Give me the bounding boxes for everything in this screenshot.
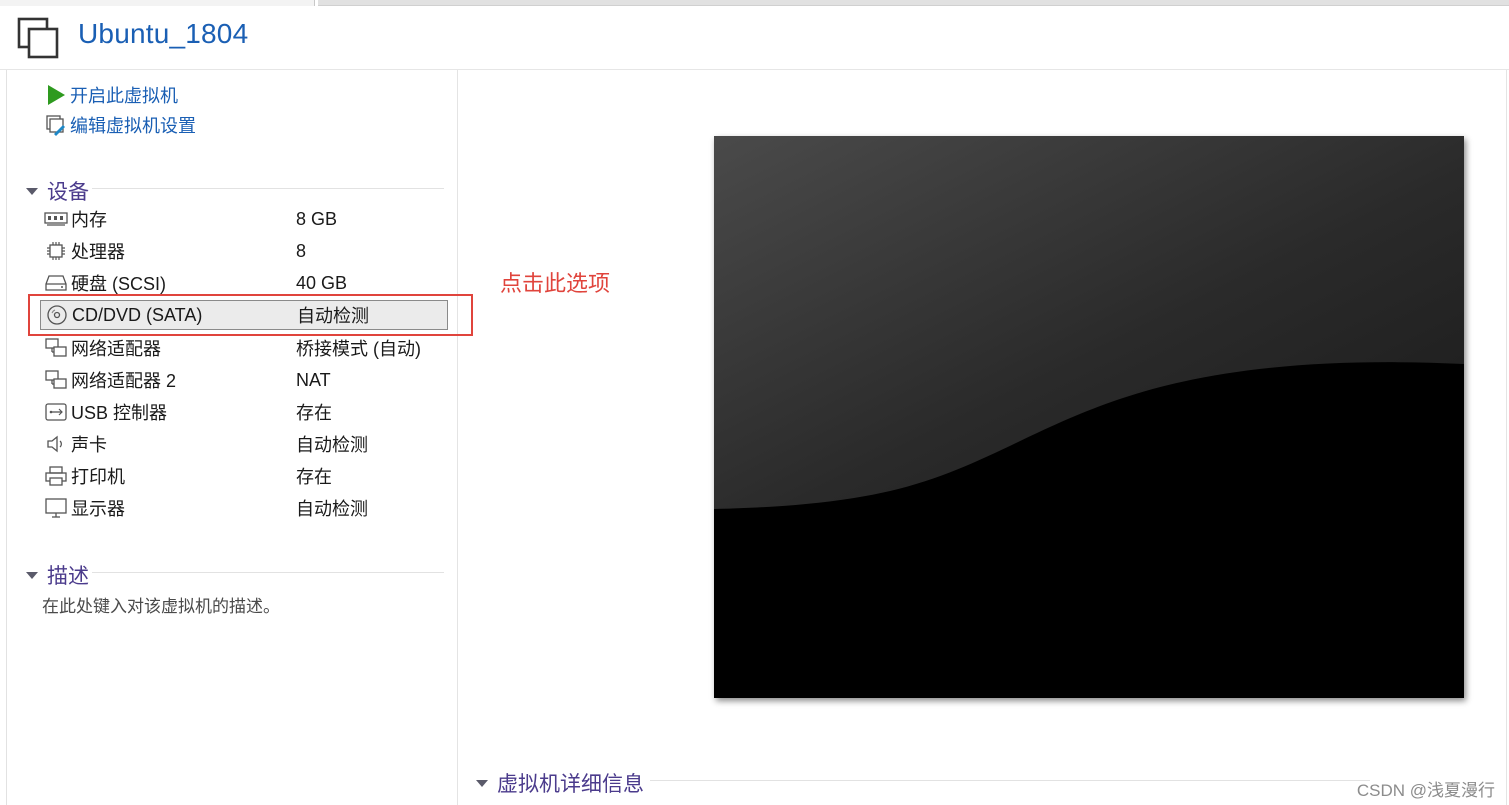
vm-icon	[16, 16, 62, 62]
panel-divider	[457, 70, 458, 805]
device-value: NAT	[296, 369, 331, 390]
device-row-network-adapter[interactable]: 网络适配器 桥接模式 (自动)	[40, 333, 448, 363]
vm-title: Ubuntu_1804	[78, 18, 249, 49]
device-name: 网络适配器 2	[71, 371, 177, 391]
edit-vm-settings-label: 编辑虚拟机设置	[70, 116, 196, 136]
section-divider	[650, 780, 1370, 781]
device-row-usb-controller[interactable]: USB 控制器 存在	[40, 397, 448, 427]
description-section-title: 描述	[47, 565, 89, 588]
device-name: 内存	[71, 210, 107, 230]
device-name: CD/DVD (SATA)	[72, 304, 203, 325]
description-placeholder[interactable]: 在此处键入对该虚拟机的描述。	[42, 592, 280, 617]
collapse-triangle-icon	[26, 187, 38, 195]
section-divider	[92, 188, 444, 189]
device-name: 打印机	[71, 467, 125, 487]
edit-settings-icon	[44, 113, 68, 137]
device-name: 显示器	[71, 499, 125, 519]
vm-header: Ubuntu_1804	[0, 6, 1509, 70]
device-name: 声卡	[71, 435, 107, 455]
device-value: 桥接模式 (自动)	[296, 339, 421, 359]
edit-vm-settings-link[interactable]: 编辑虚拟机设置	[44, 113, 196, 137]
hard-disk-icon	[43, 271, 69, 295]
speaker-icon	[43, 432, 69, 456]
description-section-toggle[interactable]: 描述	[26, 560, 89, 590]
details-section-toggle[interactable]: 虚拟机详细信息	[476, 768, 644, 798]
printer-icon	[43, 464, 69, 488]
device-name: 处理器	[71, 242, 125, 262]
device-row-cd-dvd[interactable]: CD/DVD (SATA) 自动检测	[40, 300, 448, 330]
device-value: 存在	[296, 403, 332, 423]
device-value: 存在	[296, 467, 332, 487]
device-row-memory[interactable]: 内存 8 GB	[40, 204, 448, 234]
memory-icon	[43, 207, 69, 231]
watermark: CSDN @浅夏漫行	[1356, 781, 1495, 800]
monitor-icon	[43, 496, 69, 520]
device-value: 自动检测	[297, 306, 369, 326]
device-name: USB 控制器	[71, 403, 168, 423]
power-on-vm-link[interactable]: 开启此虚拟机	[44, 83, 178, 107]
play-icon	[44, 83, 68, 107]
cpu-icon	[43, 239, 69, 263]
usb-icon	[43, 400, 69, 424]
network-adapter-icon	[43, 336, 69, 360]
section-divider	[92, 572, 444, 573]
device-value: 自动检测	[296, 499, 368, 519]
device-value: 8	[296, 240, 307, 261]
device-row-sound-card[interactable]: 声卡 自动检测	[40, 429, 448, 459]
device-name: 硬盘 (SCSI)	[71, 274, 167, 294]
device-row-display[interactable]: 显示器 自动检测	[40, 493, 448, 523]
device-row-network-adapter-2[interactable]: 网络适配器 2 NAT	[40, 365, 448, 395]
device-value: 8 GB	[296, 208, 338, 229]
device-row-processor[interactable]: 处理器 8	[40, 236, 448, 266]
left-border	[6, 70, 7, 805]
annotation-text: 点击此选项	[500, 271, 611, 296]
vm-preview-thumbnail[interactable]	[714, 136, 1464, 698]
devices-section-toggle[interactable]: 设备	[26, 176, 89, 206]
device-row-hard-disk[interactable]: 硬盘 (SCSI) 40 GB	[40, 268, 448, 298]
power-on-vm-label: 开启此虚拟机	[70, 86, 178, 106]
details-section-title: 虚拟机详细信息	[497, 773, 644, 796]
devices-section-title: 设备	[47, 181, 89, 204]
network-adapter-icon	[43, 368, 69, 392]
device-value: 40 GB	[296, 272, 348, 293]
cd-dvd-icon	[44, 303, 70, 327]
right-border	[1506, 70, 1507, 805]
device-name: 网络适配器	[71, 339, 161, 359]
device-row-printer[interactable]: 打印机 存在	[40, 461, 448, 491]
device-value: 自动检测	[296, 435, 368, 455]
collapse-triangle-icon	[476, 779, 488, 787]
collapse-triangle-icon	[26, 571, 38, 579]
